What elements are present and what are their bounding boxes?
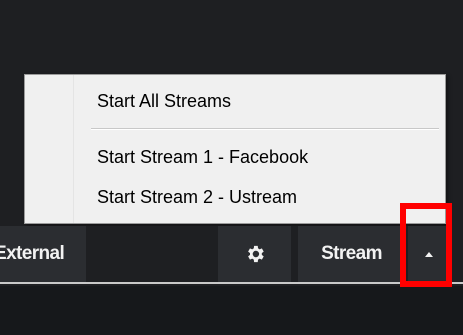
menu-separator-highlight xyxy=(91,129,439,130)
external-button[interactable]: External xyxy=(0,226,86,282)
bottom-toolbar: External Stream xyxy=(0,226,463,282)
toolbar-divider xyxy=(0,282,463,284)
menu-item-start-stream-1[interactable]: Start Stream 1 - Facebook xyxy=(97,147,308,168)
menu-item-start-stream-2[interactable]: Start Stream 2 - Ustream xyxy=(97,187,297,208)
settings-button[interactable] xyxy=(218,226,291,282)
stream-button[interactable]: Stream xyxy=(298,226,405,282)
bottom-strip xyxy=(0,286,463,335)
caret-up-icon xyxy=(425,251,433,257)
stream-button-label: Stream xyxy=(321,243,382,264)
menu-item-start-all-streams[interactable]: Start All Streams xyxy=(97,91,231,112)
menu-icon-gutter xyxy=(25,75,74,223)
stream-dropdown-menu: Start All Streams Start Stream 1 - Faceb… xyxy=(24,74,446,224)
external-button-label: External xyxy=(0,243,65,264)
gear-icon xyxy=(247,245,264,263)
stream-dropdown-button[interactable] xyxy=(408,226,450,282)
